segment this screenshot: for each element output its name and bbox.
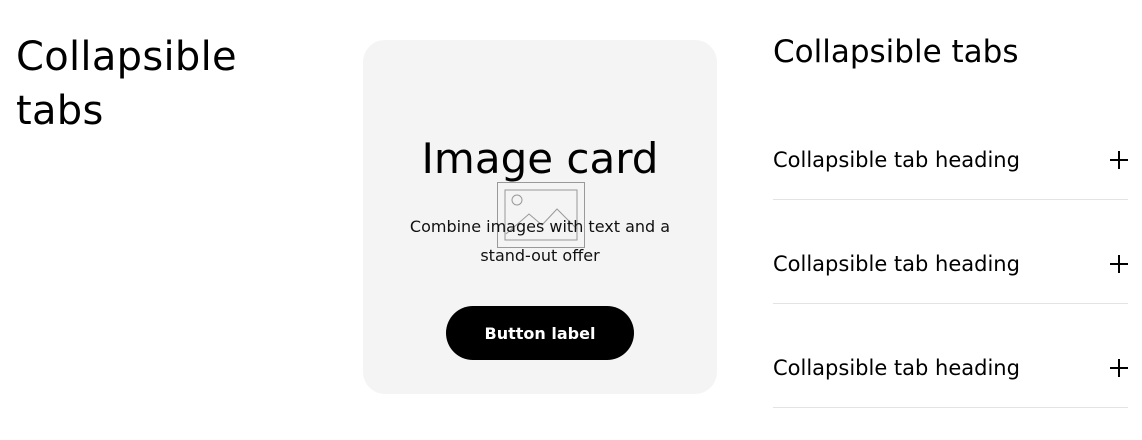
collapsible-tab-heading[interactable]: Collapsible tab heading xyxy=(773,145,1020,175)
collapsible-tab-item[interactable]: Collapsible tab heading xyxy=(773,200,1128,304)
plus-icon[interactable] xyxy=(1110,151,1128,169)
image-card: Image card Combine images with text and … xyxy=(363,40,717,394)
plus-icon[interactable] xyxy=(1110,359,1128,377)
image-card-title: Image card xyxy=(421,134,659,183)
image-card-description: Combine images with text and a stand-out… xyxy=(409,217,671,265)
collapsible-tabs-title: Collapsible tabs xyxy=(773,34,1019,70)
image-card-button[interactable]: Button label xyxy=(446,306,634,360)
collapsible-tabs-panel: Collapsible tabs Collapsible tab heading… xyxy=(773,30,1128,408)
collapsible-tab-heading[interactable]: Collapsible tab heading xyxy=(773,249,1020,279)
collapsible-tab-heading[interactable]: Collapsible tab heading xyxy=(773,353,1020,383)
section-title: Collapsible tabs xyxy=(16,34,237,134)
plus-icon[interactable] xyxy=(1110,255,1128,273)
page: Collapsible tabs Image card Combine imag… xyxy=(0,0,1142,440)
collapsible-tab-item[interactable]: Collapsible tab heading xyxy=(773,304,1128,408)
collapsible-tab-item[interactable]: Collapsible tab heading xyxy=(773,118,1128,200)
